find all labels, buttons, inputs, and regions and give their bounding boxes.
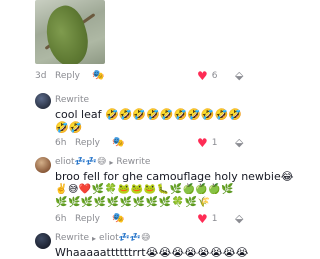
like-button[interactable]: ♥ 6 [197,69,218,83]
heart-icon: ♥ [197,135,208,150]
timestamp: 6h [55,137,67,148]
reply-to-name[interactable]: eliot💤💤😅 [99,233,150,243]
like-count: 1 [211,213,218,224]
avatar[interactable] [35,93,51,109]
avatar[interactable] [35,157,51,173]
comment-text-continued: 🤣🤣 [55,121,83,134]
avatar[interactable] [35,233,51,249]
reply-emoji-icon[interactable]: 🎭 [92,70,104,81]
reply-emoji-icon[interactable]: 🎭 [112,137,124,148]
emoji-line: ✌️😅❤️🌿🍀🐸🐸🐸🐛🌿🍏🍏🍏🌿 [55,184,235,195]
comment-author-row: Rewrite [55,95,89,105]
comment-meta: 6h Reply 🎭 ♥ 1 ⬙ [55,136,256,150]
like-button[interactable]: ♥ 1 [197,136,218,150]
comment-photo[interactable] [35,0,105,64]
reply-to-name[interactable]: Rewrite [116,157,150,167]
comment-author-row: Rewrite ▸ eliot💤💤😅 [55,233,150,243]
dislike-icon[interactable]: ⬙ [235,212,243,225]
timestamp: 6h [55,213,67,224]
author-name[interactable]: eliot💤💤😅 [55,157,106,167]
reply-button[interactable]: Reply [75,138,100,148]
comment-text: Whaaaaattttttrrt😭😭😭😭😭😭😭😭 [55,246,249,259]
dislike-icon[interactable]: ⬙ [235,69,243,82]
reply-emoji-icon[interactable]: 🎭 [112,213,124,224]
reply-button[interactable]: Reply [55,71,80,81]
top-comment-meta: 3d Reply 🎭 ♥ 6 ⬙ [35,69,256,83]
comment-author-row: eliot💤💤😅 ▸ Rewrite [55,157,150,167]
author-name[interactable]: Rewrite [55,95,89,105]
author-name[interactable]: Rewrite [55,233,89,243]
like-count: 6 [211,70,218,81]
reply-button[interactable]: Reply [75,214,100,224]
reply-arrow-icon: ▸ [92,233,97,243]
comment-text: cool leaf 🤣🤣🤣🤣🤣🤣🤣🤣🤣🤣 [55,108,242,121]
dislike-icon[interactable]: ⬙ [235,136,243,149]
heart-icon: ♥ [197,68,208,83]
comment-text: broo fell for ghe camouflage holy newbie… [55,170,294,183]
timestamp: 3d [35,70,47,81]
comment-meta: 6h Reply 🎭 ♥ 1 ⬙ [55,212,256,226]
reply-arrow-icon: ▸ [109,157,114,167]
heart-icon: ♥ [197,211,208,226]
like-button[interactable]: ♥ 1 [197,212,218,226]
photo-leaf [38,1,96,64]
like-count: 1 [211,137,218,148]
emoji-line: 🌿🌿🌿🌿🌿🌿🌿🌿🌿🍀🌿🌾 [55,197,211,208]
